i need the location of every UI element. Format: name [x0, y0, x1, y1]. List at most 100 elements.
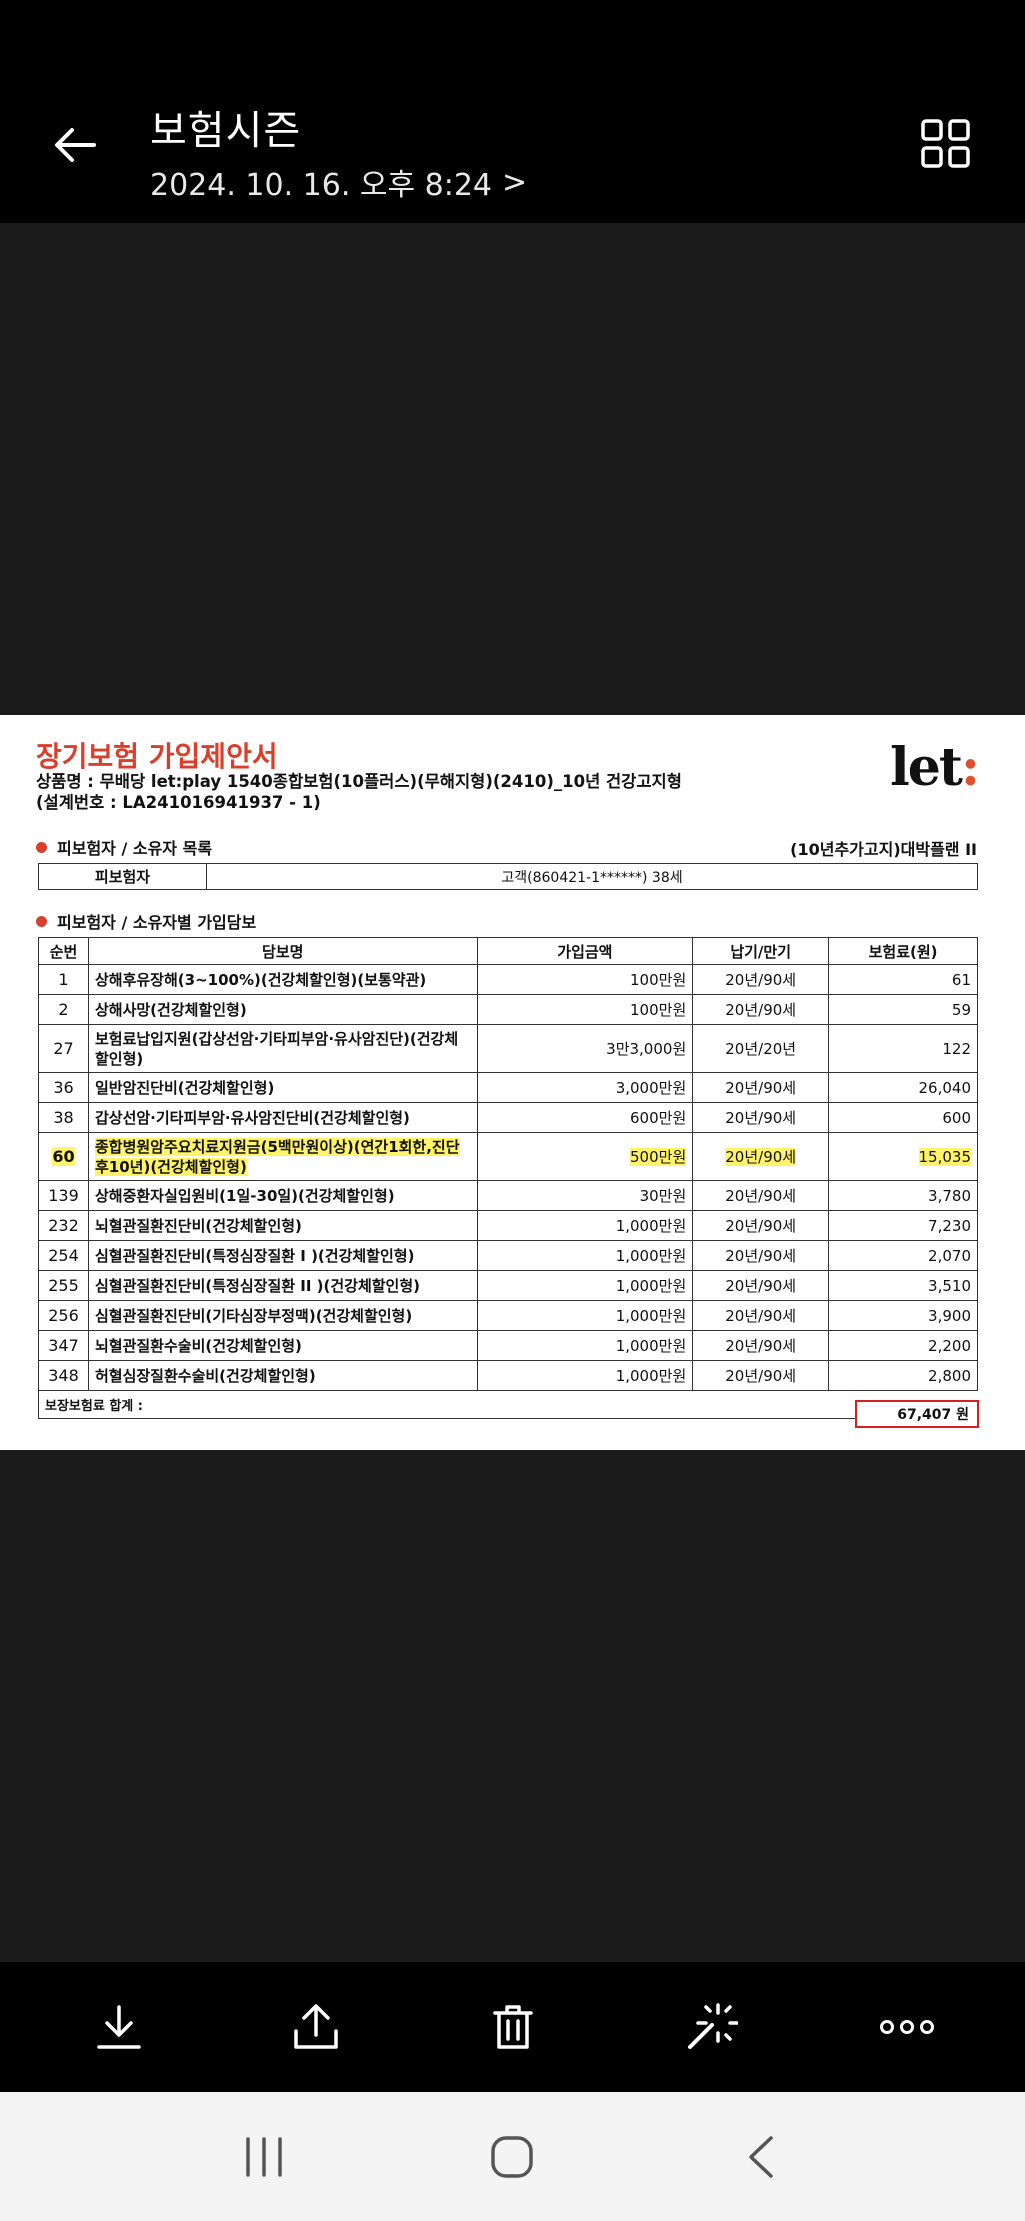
coverage-name: 상해사망(건강체할인형)	[87, 994, 478, 1025]
share-button[interactable]	[276, 1987, 356, 2067]
back-arrow-icon	[55, 128, 96, 162]
plan-name: (10년추가고지)대박플랜 II	[790, 840, 977, 859]
coverage-amount: 30만원	[476, 1180, 694, 1211]
coverage-premium: 59	[828, 994, 978, 1025]
coverage-term: 20년/90세	[692, 1270, 830, 1301]
row-number: 139	[38, 1180, 89, 1211]
insured-box: 피보험자 고객(860421-1******) 38세	[38, 863, 978, 890]
coverage-premium: 61	[828, 964, 978, 995]
col-header: 보험료(원)	[828, 937, 978, 965]
coverage-rows: 1 상해후유장해(3~100%)(건강체할인형)(보통약관) 100만원 20년/90…	[38, 964, 978, 1391]
row-number: 60	[38, 1132, 89, 1181]
coverage-term: 20년/20년	[692, 1024, 830, 1073]
insured-label: 피보험자	[39, 864, 207, 889]
coverage-name: 허혈심장질환수술비(건강체할인형)	[87, 1360, 478, 1391]
coverage-amount: 3만3,000원	[476, 1024, 694, 1073]
table-row: 347 뇌혈관질환수술비(건강체할인형) 1,000만원 20년/90세 2,200	[38, 1330, 978, 1361]
row-number: 348	[38, 1360, 89, 1391]
coverage-premium: 7,230	[828, 1210, 978, 1241]
table-row: 27 보험료납입지원(갑상선암·기타피부암·유사암진단)(건강체할인형) 3만3,0…	[38, 1024, 978, 1073]
row-number: 256	[38, 1300, 89, 1331]
col-header: 담보명	[87, 937, 478, 965]
coverage-amount: 1,000만원	[476, 1360, 694, 1391]
enhance-button[interactable]	[670, 1987, 750, 2067]
row-number: 1	[38, 964, 89, 995]
table-row: 38 갑상선암·기타피부암·유사암진단비(건강체할인형) 600만원 20년/90세 6…	[38, 1102, 978, 1133]
coverage-term: 20년/90세	[692, 1180, 830, 1211]
coverage-premium: 3,780	[828, 1180, 978, 1211]
coverage-term: 20년/90세	[692, 1102, 830, 1133]
col-header: 가입금액	[476, 937, 694, 965]
section-coverage: 피보험자 / 소유자별 가입담보	[36, 909, 256, 933]
table-row: 256 심혈관질환진단비(기타심장부정맥)(건강체할인형) 1,000만원 20년/9…	[38, 1300, 978, 1331]
photo-date-link[interactable]: 2024. 10. 16. 오후 8:24 >	[150, 160, 527, 204]
nav-back-icon	[749, 2135, 773, 2178]
table-row: 255 심혈관질환진단비(특정심장질환 II )(건강체할인형) 1,000만원 20…	[38, 1270, 978, 1301]
download-icon	[96, 2005, 141, 2049]
document-image[interactable]: 장기보험 가입제안서 상품명 : 무배당 let:play 1540종합보험(1…	[0, 715, 1025, 1450]
table-row: 139 상해중환자실입원비(1일-30일)(건강체할인형) 30만원 20년/90세 3…	[38, 1180, 978, 1211]
magic-wand-icon	[687, 2003, 738, 2049]
nav-back-button[interactable]	[721, 2117, 801, 2197]
coverage-name: 심혈관질환진단비(기타심장부정맥)(건강체할인형)	[87, 1300, 478, 1331]
coverage-premium: 122	[828, 1024, 978, 1073]
bottom-toolbar	[0, 1962, 1025, 2092]
photo-date: 2024. 10. 16. 오후 8:24	[150, 168, 493, 203]
row-number: 38	[38, 1102, 89, 1133]
download-button[interactable]	[79, 1987, 159, 2067]
grid-view-button[interactable]	[920, 118, 980, 178]
share-icon	[293, 2004, 338, 2049]
row-number: 36	[38, 1072, 89, 1103]
coverage-term: 20년/90세	[692, 1132, 830, 1181]
coverage-premium: 2,200	[828, 1330, 978, 1361]
table-row: 348 허혈심장질환수술비(건강체할인형) 1,000만원 20년/90세 2,800	[38, 1360, 978, 1391]
coverage-term: 20년/90세	[692, 964, 830, 995]
coverage-amount: 500만원	[476, 1132, 694, 1181]
coverage-name: 일반암진단비(건강체할인형)	[87, 1072, 478, 1103]
coverage-term: 20년/90세	[692, 1330, 830, 1361]
bullet-icon	[36, 841, 47, 853]
table-row: 232 뇌혈관질환진단비(건강체할인형) 1,000만원 20년/90세 7,230	[38, 1210, 978, 1241]
coverage-name: 뇌혈관질환수술비(건강체할인형)	[87, 1330, 478, 1361]
trash-icon	[492, 2005, 533, 2049]
coverage-term: 20년/90세	[692, 994, 830, 1025]
delete-button[interactable]	[473, 1987, 553, 2067]
coverage-name: 상해후유장해(3~100%)(건강체할인형)(보통약관)	[87, 964, 478, 995]
row-number: 347	[38, 1330, 89, 1361]
table-row: 60 종합병원암주요치료지원금(5백만원이상)(연간1회한,진단후10년)(건강체…	[38, 1132, 978, 1181]
total-row: 보장보험료 합계 :	[38, 1390, 978, 1419]
row-number: 2	[38, 994, 89, 1025]
grid-view-icon	[921, 119, 970, 168]
insured-value: 고객(860421-1******) 38세	[501, 869, 683, 886]
coverage-name: 상해중환자실입원비(1일-30일)(건강체할인형)	[87, 1180, 478, 1211]
coverage-amount: 1,000만원	[476, 1270, 694, 1301]
row-number: 27	[38, 1024, 89, 1073]
coverage-premium: 3,510	[828, 1270, 978, 1301]
coverage-premium: 3,900	[828, 1300, 978, 1331]
coverage-premium: 600	[828, 1102, 978, 1133]
back-button[interactable]	[40, 110, 110, 180]
coverage-term: 20년/90세	[692, 1360, 830, 1391]
coverage-name: 갑상선암·기타피부암·유사암진단비(건강체할인형)	[87, 1102, 478, 1133]
recents-button[interactable]	[224, 2117, 304, 2197]
coverage-premium: 26,040	[828, 1072, 978, 1103]
top-bar: 보험시즌 2024. 10. 16. 오후 8:24 >	[0, 0, 1025, 223]
home-button[interactable]	[472, 2117, 552, 2197]
company-logo: let:	[890, 737, 980, 798]
coverage-name: 종합병원암주요치료지원금(5백만원이상)(연간1회한,진단후10년)(건강체할인…	[87, 1132, 478, 1181]
coverage-term: 20년/90세	[692, 1300, 830, 1331]
coverage-name: 보험료납입지원(갑상선암·기타피부암·유사암진단)(건강체할인형)	[87, 1024, 478, 1073]
coverage-amount: 100만원	[476, 994, 694, 1025]
coverage-name: 뇌혈관질환진단비(건강체할인형)	[87, 1210, 478, 1241]
col-header: 납기/만기	[692, 937, 830, 965]
more-options-button[interactable]	[867, 1987, 947, 2067]
coverage-premium: 15,035	[828, 1132, 978, 1181]
coverage-name: 심혈관질환진단비(특정심장질환 I )(건강체할인형)	[87, 1240, 478, 1271]
coverage-amount: 1,000만원	[476, 1210, 694, 1241]
row-number: 255	[38, 1270, 89, 1301]
coverage-amount: 3,000만원	[476, 1072, 694, 1103]
coverage-amount: 1,000만원	[476, 1240, 694, 1271]
chevron-right-icon: >	[502, 164, 528, 200]
coverage-table: 순번 담보명 가입금액 납기/만기 보험료(원) 1 상해후유장해(3~100%)…	[38, 937, 978, 1419]
row-number: 254	[38, 1240, 89, 1271]
